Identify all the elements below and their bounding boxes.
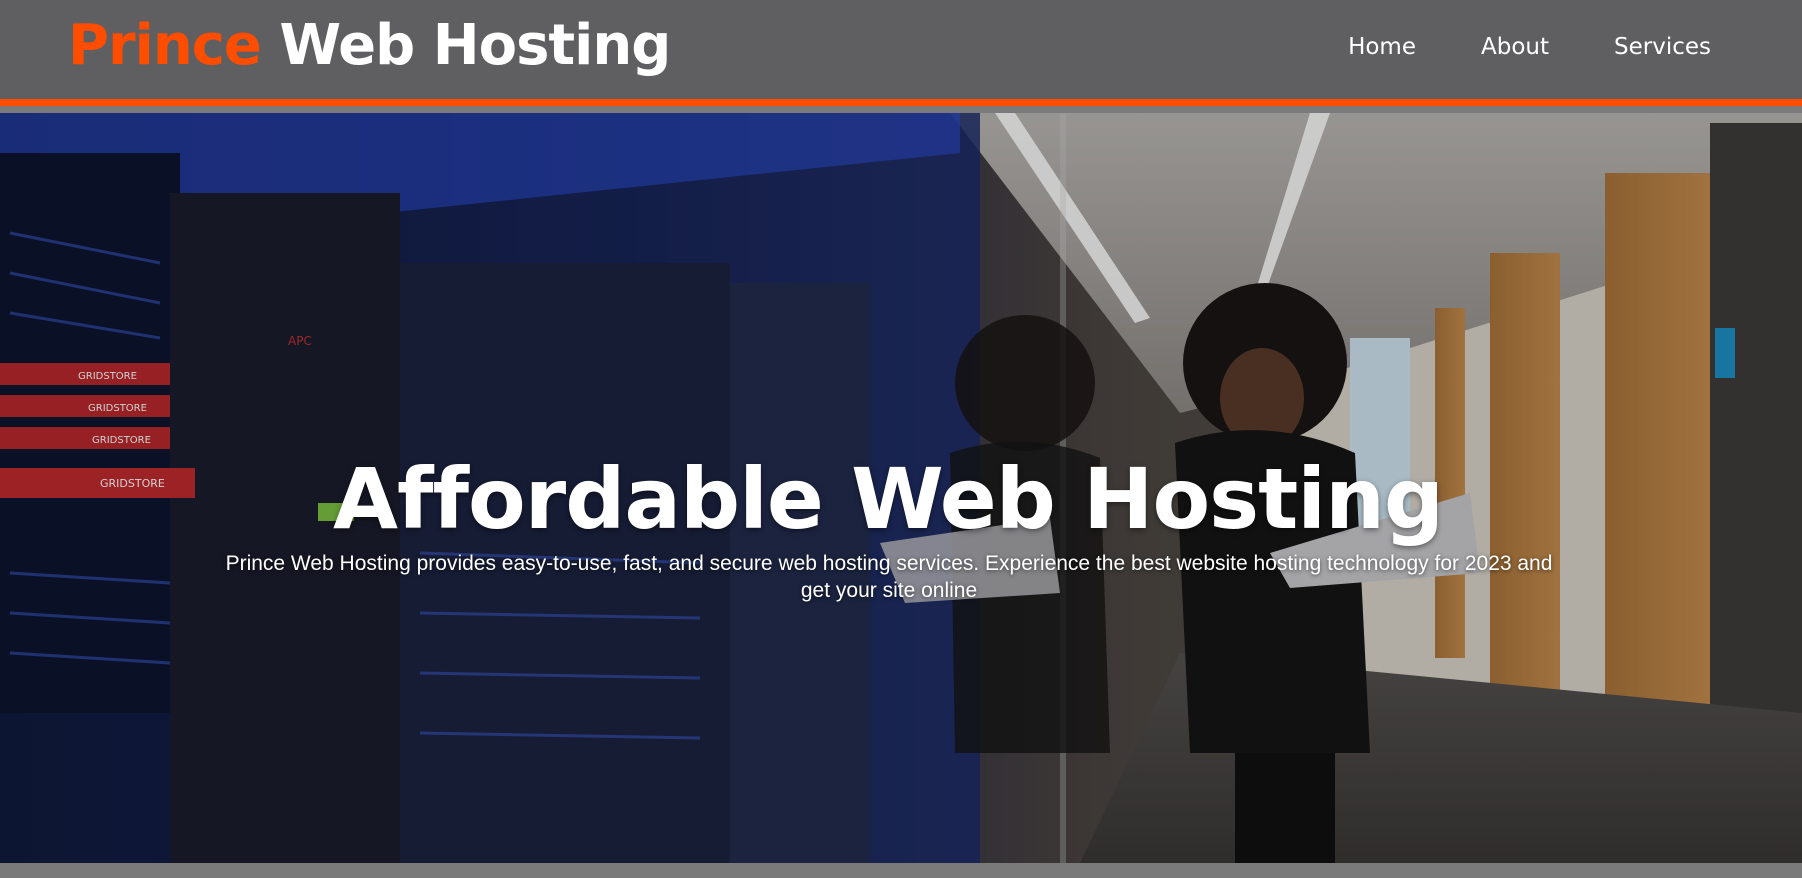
main-nav: Home About Services — [1283, 30, 1711, 64]
site-logo[interactable]: Prince Web Hosting — [68, 10, 671, 82]
nav-about-link[interactable]: About — [1481, 30, 1549, 64]
bottom-strip — [0, 863, 1802, 878]
hero-section: GRIDSTORE GRIDSTORE GRIDSTORE GRIDSTORE … — [0, 113, 1802, 863]
logo-accent-text: Prince — [68, 13, 262, 78]
site-header: Prince Web Hosting Home About Services — [0, 0, 1802, 106]
logo-rest-text: Web Hosting — [279, 13, 671, 78]
nav-home-link[interactable]: Home — [1348, 30, 1416, 64]
hero-subtitle: Prince Web Hosting provides easy-to-use,… — [225, 552, 1553, 602]
hero-title: Affordable Web Hosting — [332, 450, 1444, 549]
nav-services-link[interactable]: Services — [1614, 30, 1711, 64]
